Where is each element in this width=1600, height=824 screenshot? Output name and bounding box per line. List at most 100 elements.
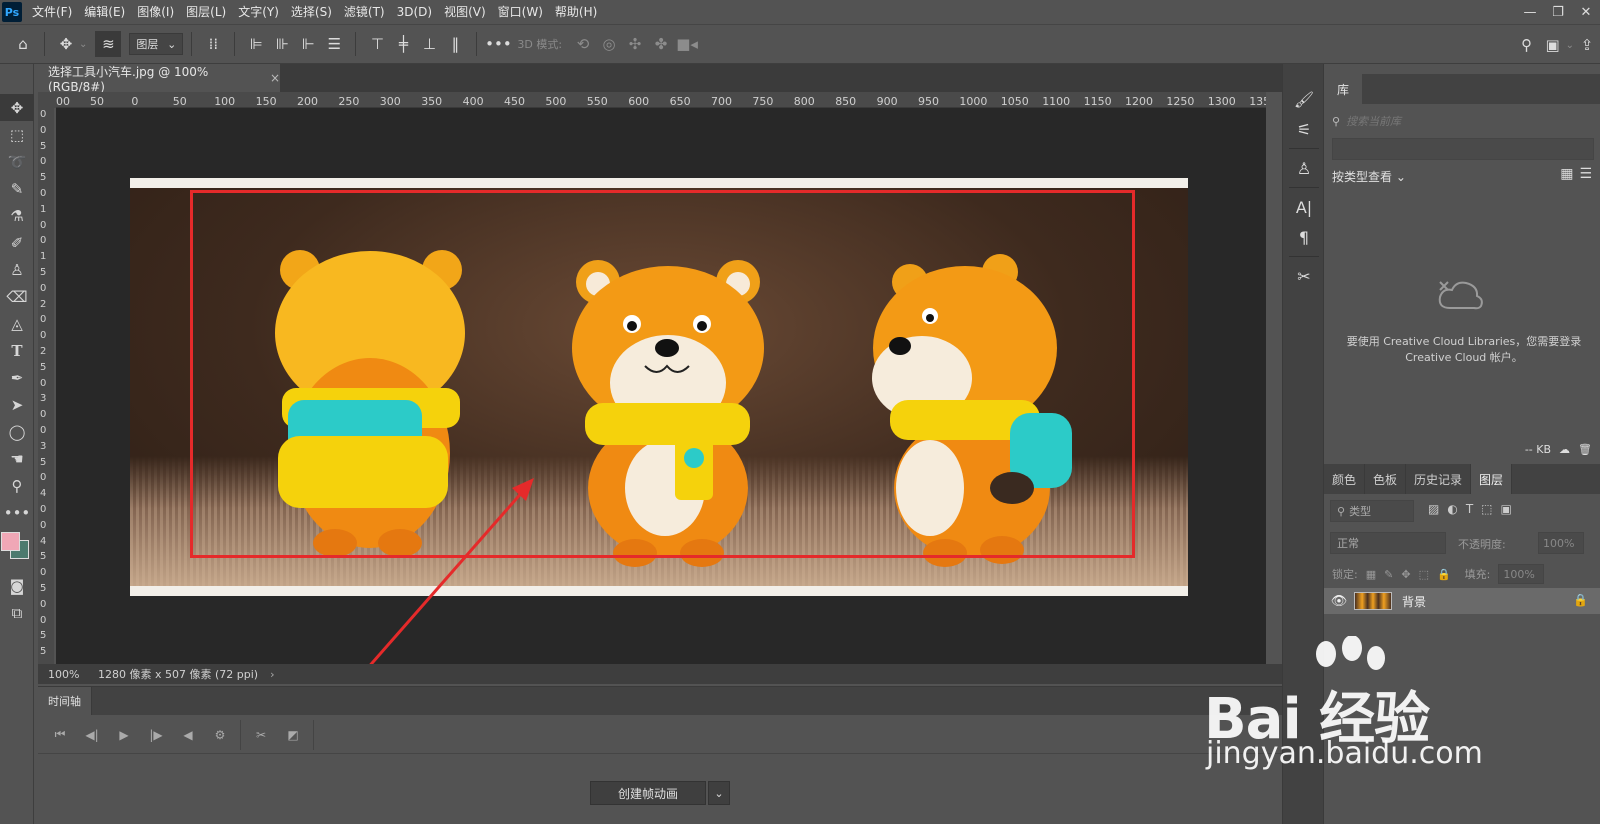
stamp-tool-icon[interactable]: ♙ (0, 256, 34, 283)
menu-3d[interactable]: 3D(D) (391, 0, 438, 24)
split-scissors-icon[interactable]: ✂ (245, 721, 277, 749)
minimize-icon[interactable]: — (1516, 0, 1544, 24)
zoom-level[interactable]: 100% (38, 668, 88, 681)
restore-icon[interactable]: ❐ (1544, 0, 1572, 24)
create-frame-animation-button[interactable]: 创建帧动画 (590, 781, 706, 805)
home-icon[interactable]: ⌂ (10, 31, 36, 57)
lock-transparent-icon[interactable]: ▦ (1366, 568, 1376, 581)
horizontal-ruler[interactable]: 00 50 0 50 100 150 200 250 300 350 400 450 500 550 600… (56, 92, 1266, 108)
menu-type[interactable]: 文字(Y) (232, 0, 285, 24)
align-left-icon[interactable]: ⊫ (243, 31, 269, 57)
vertical-ruler[interactable]: 0 0 5 0 5 0 1 0 0 1 5 0 2 0 0 2 5 0 3 0 0 3 5 0 4 0 0 4 5 0 5 0 0 5 5 (38, 108, 54, 664)
type-tool-icon[interactable]: T (0, 337, 34, 364)
menu-edit[interactable]: 编辑(E) (78, 0, 131, 24)
3d-scale-icon[interactable]: ■◂ (674, 31, 700, 57)
lasso-tool-icon[interactable]: ➰ (0, 148, 34, 175)
distribute-icon[interactable]: ☰ (321, 31, 347, 57)
eyedropper-tool-icon[interactable]: ⚗ (0, 202, 34, 229)
3d-slide-icon[interactable]: ✤ (648, 31, 674, 57)
cloud-sync-icon[interactable]: ☁ (1559, 443, 1570, 456)
transform-controls-icon[interactable]: ⁞⁞ (200, 31, 226, 57)
move-tool-icon[interactable]: ✥ (53, 31, 79, 57)
list-view-icon[interactable]: ☰ (1579, 166, 1592, 182)
more-tools-icon[interactable]: ••• (0, 499, 34, 526)
blend-mode-dropdown[interactable]: 正常 (1330, 532, 1446, 554)
menu-select[interactable]: 选择(S) (285, 0, 338, 24)
align-right-icon[interactable]: ⊩ (295, 31, 321, 57)
ellipse-tool-icon[interactable]: ◯ (0, 418, 34, 445)
menu-file[interactable]: 文件(F) (26, 0, 78, 24)
brush-settings-icon[interactable]: 🖌 (1283, 84, 1325, 114)
menu-layer[interactable]: 图层(L) (180, 0, 232, 24)
smart-object-filter-icon[interactable]: ▣ (1501, 502, 1512, 516)
align-top-icon[interactable]: ⊤ (364, 31, 390, 57)
chevron-down-icon[interactable]: ⌄ (708, 781, 730, 805)
settings-gear-icon[interactable]: ⚙ (204, 721, 236, 749)
align-bottom-icon[interactable]: ⊥ (416, 31, 442, 57)
more-options-icon[interactable]: ••• (485, 31, 512, 57)
quick-select-tool-icon[interactable]: ✎ (0, 175, 34, 202)
quick-mask-icon[interactable]: ◙ (0, 572, 34, 599)
adjustment-filter-icon[interactable]: ◐ (1447, 502, 1457, 516)
tab-history[interactable]: 历史记录 (1406, 464, 1472, 494)
fill-input[interactable]: 100% (1498, 564, 1545, 584)
lock-pixels-icon[interactable]: ✎ (1384, 568, 1393, 581)
character-panel-icon[interactable]: A| (1283, 192, 1325, 222)
trash-icon[interactable]: 🗑 (1578, 443, 1592, 456)
transition-icon[interactable]: ◩ (277, 721, 309, 749)
layer-row[interactable]: 👁 背景 🔒 (1324, 588, 1600, 614)
close-window-icon[interactable]: ✕ (1572, 0, 1600, 24)
library-dropdown[interactable] (1332, 138, 1594, 160)
image-filter-icon[interactable]: ▨ (1428, 502, 1439, 516)
brush-tool-icon[interactable]: ✐ (0, 229, 34, 256)
shape-filter-icon[interactable]: ⬚ (1481, 502, 1492, 516)
menu-filter[interactable]: 滤镜(T) (338, 0, 391, 24)
type-filter-icon[interactable]: T (1466, 502, 1473, 516)
auto-select-dropdown[interactable]: 图层 ⌄ (129, 33, 184, 55)
lock-artboard-icon[interactable]: ⬚ (1419, 568, 1429, 581)
menu-help[interactable]: 帮助(H) (549, 0, 603, 24)
move-tool-icon[interactable]: ✥ (0, 94, 34, 121)
library-tab[interactable]: 库 (1324, 74, 1362, 104)
prev-frame-icon[interactable]: ◀| (76, 721, 108, 749)
3d-orbit-icon[interactable]: ⟲ (570, 31, 596, 57)
document-tab[interactable]: 选择工具小汽车.jpg @ 100%(RGB/8#) × (38, 64, 280, 94)
visibility-eye-icon[interactable]: 👁 (1324, 594, 1354, 609)
lock-all-icon[interactable]: 🔒 (1437, 568, 1451, 581)
first-frame-icon[interactable]: ⏮ (44, 721, 76, 749)
menu-window[interactable]: 窗口(W) (492, 0, 549, 24)
eraser-tool-icon[interactable]: ⌫ (0, 283, 34, 310)
library-search[interactable]: ⚲ 搜索当前库 (1332, 110, 1594, 132)
status-more-icon[interactable]: › (270, 668, 274, 681)
next-frame-icon[interactable]: |▶ (140, 721, 172, 749)
menu-image[interactable]: 图像(I) (131, 0, 180, 24)
distribute-v-icon[interactable]: ‖ (442, 31, 468, 57)
3d-roll-icon[interactable]: ◎ (596, 31, 622, 57)
marquee-tool-icon[interactable]: ⬚ (0, 121, 34, 148)
align-center-h-icon[interactable]: ⊪ (269, 31, 295, 57)
photoshop-logo-icon[interactable]: Ps (2, 2, 22, 22)
paint-bucket-tool-icon[interactable]: ◬ (0, 310, 34, 337)
zoom-tool-icon[interactable]: ⚲ (0, 472, 34, 499)
auto-select-icon[interactable]: ≋ (95, 31, 122, 57)
tools-presets-icon[interactable]: ✂ (1283, 261, 1325, 291)
close-tab-icon[interactable]: × (270, 71, 280, 85)
search-icon[interactable]: ⚲ (1514, 32, 1540, 58)
chevron-down-icon[interactable]: ⌄ (1566, 40, 1574, 51)
library-view-by-type[interactable]: 按类型查看 ⌄ (1332, 168, 1406, 185)
adjust-sliders-icon[interactable]: ⚟ (1283, 114, 1325, 144)
foreground-color-swatch[interactable] (1, 532, 20, 551)
opacity-input[interactable]: 100% (1538, 532, 1584, 554)
timeline-tab[interactable]: 时间轴 (38, 687, 92, 715)
menu-view[interactable]: 视图(V) (438, 0, 492, 24)
tab-color[interactable]: 颜色 (1324, 464, 1366, 494)
chevron-down-icon[interactable]: ⌄ (79, 39, 87, 50)
grid-view-icon[interactable]: ▦ (1560, 166, 1573, 182)
clone-source-icon[interactable]: ♙ (1283, 153, 1325, 183)
layer-filter-dropdown[interactable]: ⚲ 类型 (1330, 500, 1414, 522)
paragraph-panel-icon[interactable]: ¶ (1283, 222, 1325, 252)
tab-swatches[interactable]: 色板 (1365, 464, 1407, 494)
canvas-area[interactable] (56, 108, 1266, 664)
workspace-icon[interactable]: ▣ (1540, 32, 1566, 58)
screen-mode-icon[interactable]: ⧉ (0, 599, 34, 626)
